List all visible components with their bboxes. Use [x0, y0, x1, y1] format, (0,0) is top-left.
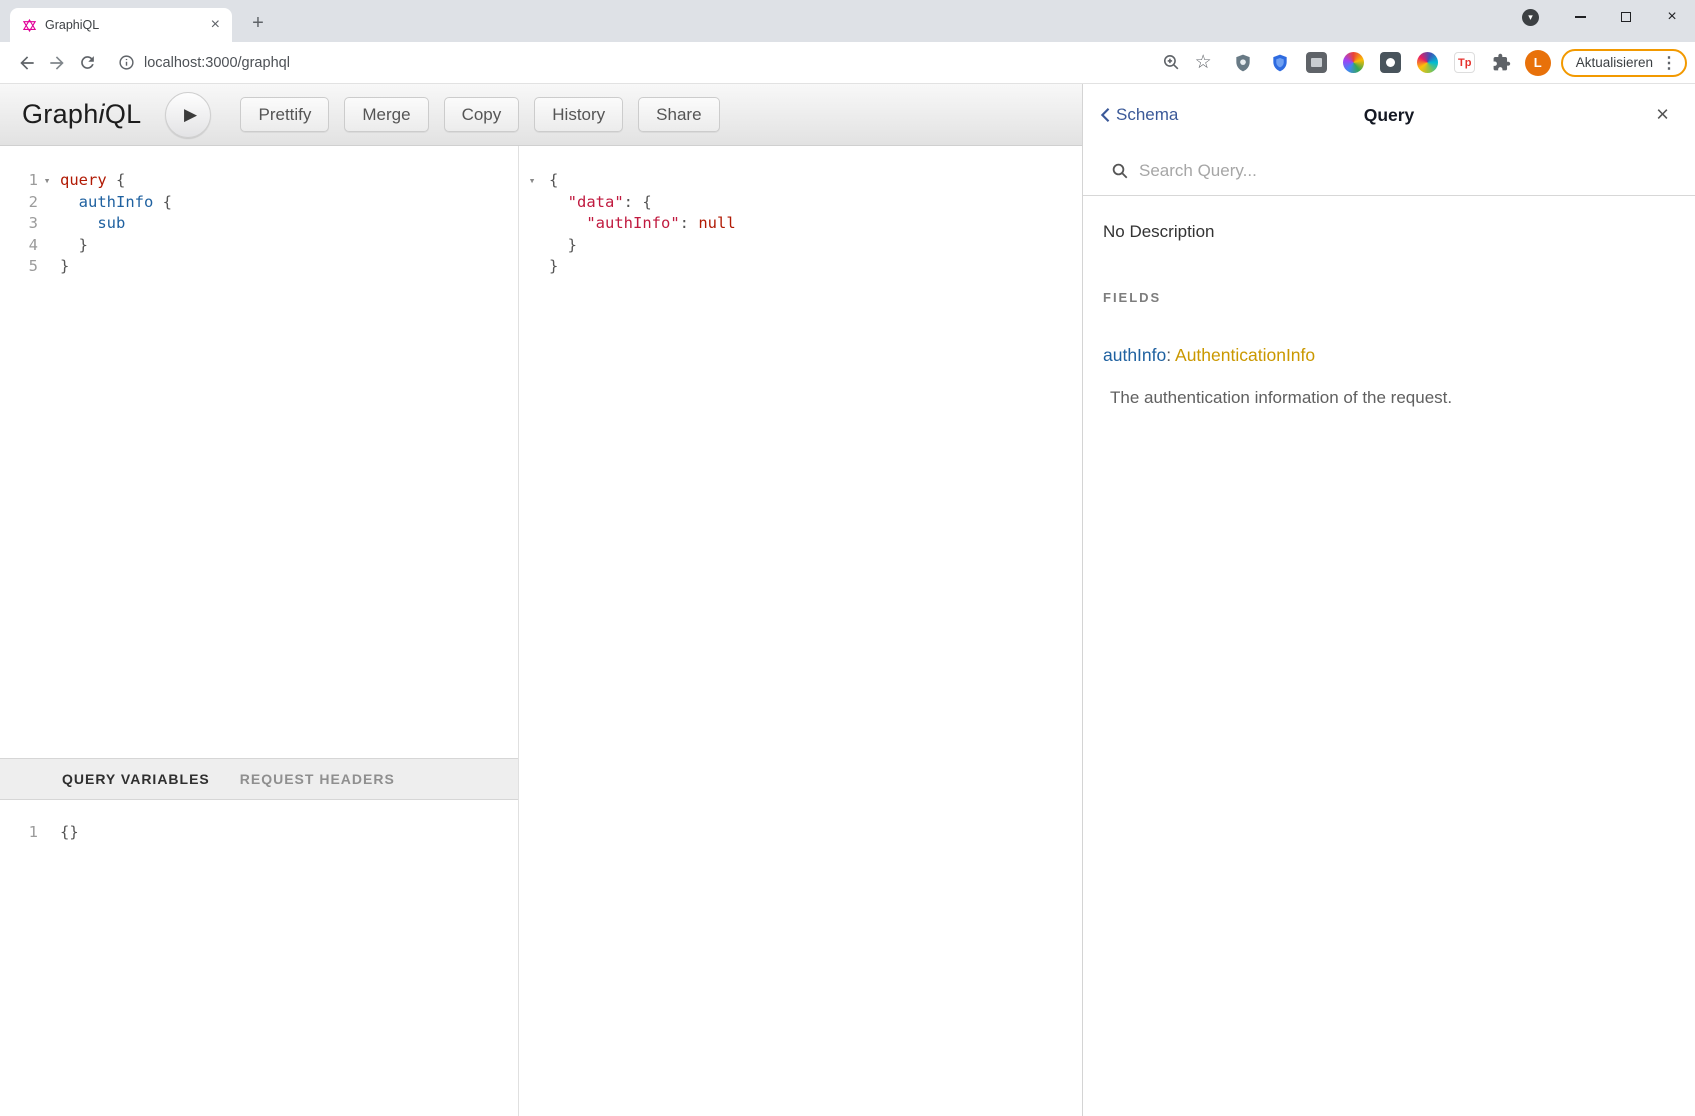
copy-button[interactable]: Copy — [444, 97, 520, 132]
fields-section-header: FIELDS — [1103, 290, 1671, 305]
forward-button[interactable] — [42, 48, 72, 78]
field-description: The authentication information of the re… — [1110, 388, 1671, 408]
merge-button[interactable]: Merge — [344, 97, 428, 132]
code-line: 2 authInfo { — [0, 192, 518, 214]
tab-title: GraphiQL — [45, 18, 207, 32]
zoom-icon[interactable] — [1162, 53, 1181, 72]
code-line: 1▾query { — [0, 170, 518, 192]
share-button[interactable]: Share — [638, 97, 719, 132]
query-editor[interactable]: 1▾query {2 authInfo {3 sub4 }5} — [0, 146, 518, 758]
code-line: 1{} — [0, 822, 518, 844]
tab-search-button[interactable]: ▾ — [1522, 9, 1539, 26]
minimize-button[interactable] — [1557, 0, 1603, 34]
chevron-left-icon — [1099, 107, 1111, 123]
field-name-link[interactable]: authInfo — [1103, 345, 1166, 365]
browser-navbar: localhost:3000/graphql ☆ Tp — [0, 42, 1695, 84]
window-close-button[interactable]: × — [1649, 0, 1695, 34]
fold-arrow-icon[interactable]: ▾ — [519, 170, 545, 192]
field-type-link[interactable]: AuthenticationInfo — [1175, 345, 1315, 365]
graphiql-logo: GraphiQL — [22, 99, 141, 130]
variables-title-bar: QUERY VARIABLES REQUEST HEADERS — [0, 758, 518, 800]
graphiql-favicon-icon — [22, 18, 37, 33]
code-line: "data": { — [519, 192, 1082, 214]
page-info-icon[interactable] — [118, 54, 135, 71]
code-line: "authInfo": null — [519, 213, 1082, 235]
url-text[interactable]: localhost:3000/graphql — [144, 55, 1153, 71]
prettify-button[interactable]: Prettify — [240, 97, 329, 132]
graphiql-app: GraphiQL ▶ Prettify Merge Copy History S… — [0, 84, 1082, 1116]
execute-query-button[interactable]: ▶ — [165, 92, 211, 138]
doc-explorer-title-bar: Query Schema × — [1083, 84, 1695, 146]
doc-close-icon[interactable]: × — [1656, 101, 1669, 127]
code-line: 3 sub — [0, 213, 518, 235]
code-line: 5} — [0, 256, 518, 278]
query-pane: 1▾query {2 authInfo {3 sub4 }5} QUERY VA… — [0, 146, 519, 1116]
field-row: authInfo: AuthenticationInfo — [1103, 345, 1671, 366]
doc-search-input[interactable] — [1139, 161, 1675, 181]
extension-colorwheel-icon[interactable] — [1341, 50, 1367, 76]
maximize-button[interactable] — [1603, 0, 1649, 34]
tab-close-icon[interactable]: × — [207, 17, 224, 33]
search-icon — [1111, 162, 1129, 180]
tab-query-variables[interactable]: QUERY VARIABLES — [62, 771, 210, 787]
omnibox[interactable]: localhost:3000/graphql ☆ — [108, 47, 1220, 79]
variables-editor[interactable]: 1{} — [0, 800, 518, 1116]
doc-search-bar — [1083, 146, 1695, 196]
extension-image-icon[interactable] — [1304, 50, 1330, 76]
extension-camera-icon[interactable] — [1378, 50, 1404, 76]
doc-explorer-panel: Query Schema × No Description FIELDS aut… — [1082, 84, 1695, 1116]
reload-button[interactable] — [72, 48, 102, 78]
history-button[interactable]: History — [534, 97, 623, 132]
response-viewer[interactable]: ▾{ "data": { "authInfo": null }} — [519, 146, 1082, 1116]
line-number: 2 — [0, 192, 38, 214]
window-controls: × — [1557, 0, 1695, 34]
extension-tp-icon[interactable]: Tp — [1452, 50, 1478, 76]
line-number: 1 — [0, 170, 38, 192]
extension-shield-gray-icon[interactable] — [1230, 50, 1256, 76]
update-button-label: Aktualisieren — [1576, 55, 1653, 70]
browser-menu-kebab-icon[interactable]: ⋮ — [1661, 53, 1677, 73]
line-number: 5 — [0, 256, 38, 278]
editor-area: 1▾query {2 authInfo {3 sub4 }5} QUERY VA… — [0, 146, 1082, 1116]
fold-arrow-icon[interactable]: ▾ — [38, 170, 56, 192]
profile-avatar[interactable]: L — [1525, 50, 1551, 76]
bookmark-star-icon[interactable]: ☆ — [1195, 53, 1212, 72]
line-number: 4 — [0, 235, 38, 257]
doc-content: No Description FIELDS authInfo: Authenti… — [1083, 196, 1695, 408]
code-line: } — [519, 256, 1082, 278]
code-line: ▾{ — [519, 170, 1082, 192]
line-number: 3 — [0, 213, 38, 235]
browser-tab-strip: GraphiQL × + ▾ × — [0, 0, 1695, 42]
browser-tab[interactable]: GraphiQL × — [10, 8, 232, 42]
extensions-puzzle-icon[interactable] — [1489, 50, 1515, 76]
line-number: 1 — [0, 822, 38, 844]
extensions-row: Tp — [1230, 50, 1515, 76]
new-tab-button[interactable]: + — [246, 12, 270, 35]
play-icon: ▶ — [184, 105, 197, 125]
code-line: 4 } — [0, 235, 518, 257]
extension-pinwheel-icon[interactable] — [1415, 50, 1441, 76]
code-line: } — [519, 235, 1082, 257]
update-browser-button[interactable]: Aktualisieren ⋮ — [1561, 49, 1687, 77]
extension-shield-blue-icon[interactable] — [1267, 50, 1293, 76]
toolbar-buttons: Prettify Merge Copy History Share — [240, 97, 719, 132]
tab-request-headers[interactable]: REQUEST HEADERS — [240, 771, 395, 787]
graphiql-topbar: GraphiQL ▶ Prettify Merge Copy History S… — [0, 84, 1082, 146]
doc-back-link[interactable]: Schema — [1099, 105, 1178, 125]
back-button[interactable] — [12, 48, 42, 78]
type-description: No Description — [1103, 222, 1671, 242]
